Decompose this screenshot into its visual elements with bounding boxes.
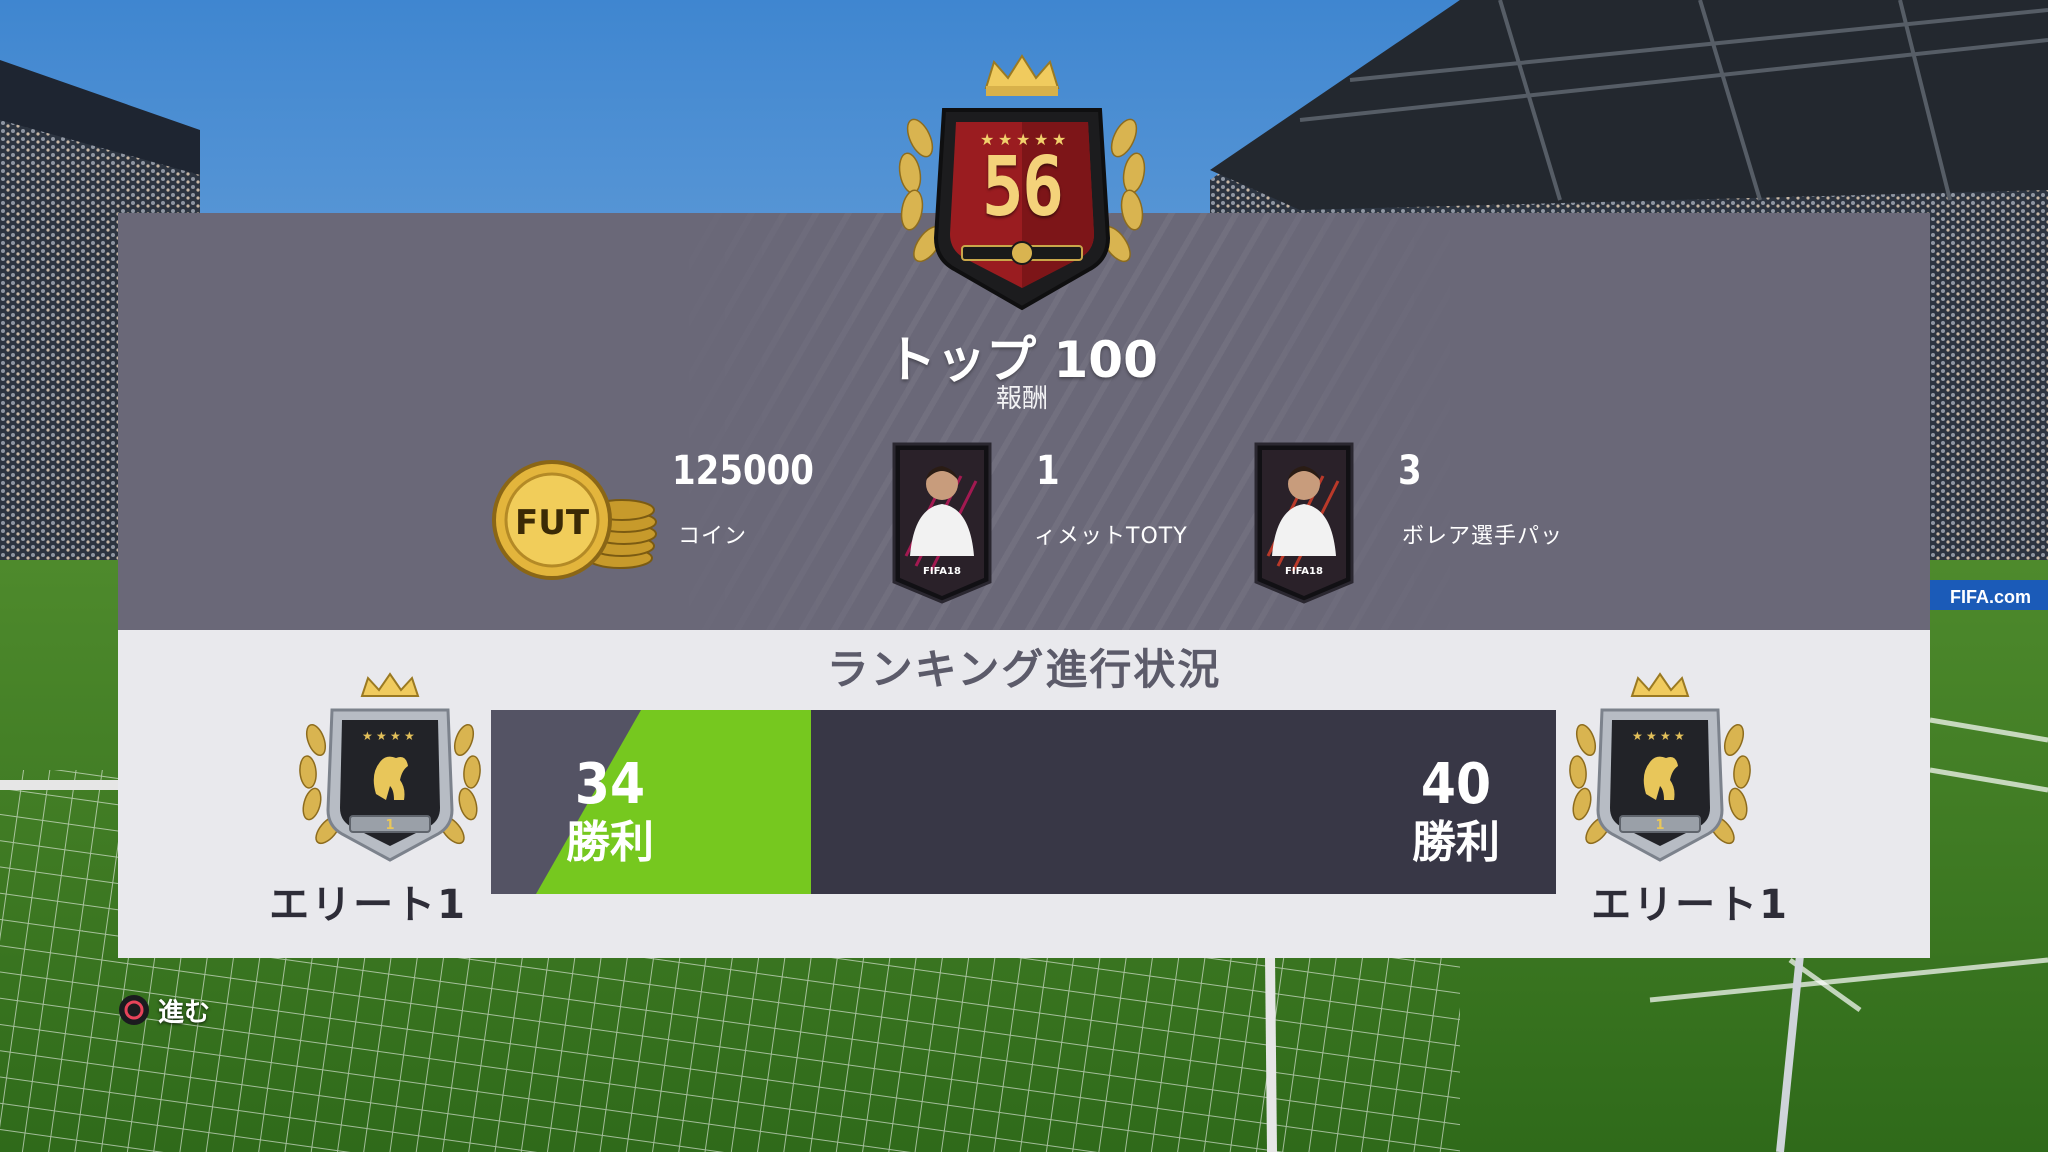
svg-text:★: ★ <box>362 729 373 743</box>
division-crest-icon: ★ ★ ★ ★ 1 <box>1569 672 1751 862</box>
current-division-label: エリート1 <box>269 882 467 928</box>
division-number: 1 <box>1655 818 1664 833</box>
division-crest-icon: ★ ★ ★ ★ 1 <box>299 672 481 862</box>
reward-coin-quantity: 125000 <box>672 448 814 494</box>
continue-label: 進む <box>158 997 211 1028</box>
svg-text:★: ★ <box>1646 729 1657 743</box>
svg-text:FUT: FUT <box>515 503 590 543</box>
svg-text:★: ★ <box>404 729 415 743</box>
svg-text:FIFA18: FIFA18 <box>923 566 961 577</box>
svg-text:★: ★ <box>1632 729 1643 743</box>
current-wins-label: 勝利 <box>566 817 654 868</box>
next-division-label: エリート1 <box>1591 882 1789 928</box>
reward-card-2-name: ボレア選手パック <box>1402 524 1560 549</box>
tier-subtitle: 報酬 <box>995 384 1048 414</box>
target-wins-label: 勝利 <box>1412 817 1500 868</box>
division-number: 1 <box>385 818 394 833</box>
svg-text:★: ★ <box>390 729 401 743</box>
ranking-progress-title: ランキング進行状況 <box>826 645 1222 694</box>
svg-text:★: ★ <box>1660 729 1671 743</box>
fut-coin-icon: FUT <box>492 460 657 580</box>
continue-button[interactable]: 進む <box>118 990 210 1030</box>
reward-coin-name: コイン <box>678 524 748 549</box>
reward-card-2-quantity: 3 <box>1398 448 1422 494</box>
reward-card-1-quantity: 1 <box>1036 448 1060 494</box>
player-card-icon: FIFA18 <box>1254 442 1354 604</box>
svg-text:★: ★ <box>1674 729 1685 743</box>
reward-card-1-name: ィメットTOTY <box>1034 524 1188 549</box>
svg-text:FIFA18: FIFA18 <box>1285 566 1323 577</box>
svg-text:★: ★ <box>376 729 387 743</box>
player-card-icon: FIFA18 <box>892 442 992 604</box>
rank-number: 56 <box>981 140 1064 235</box>
svg-text:FIFA.com: FIFA.com <box>1950 587 2031 607</box>
circle-button-icon <box>119 995 149 1025</box>
